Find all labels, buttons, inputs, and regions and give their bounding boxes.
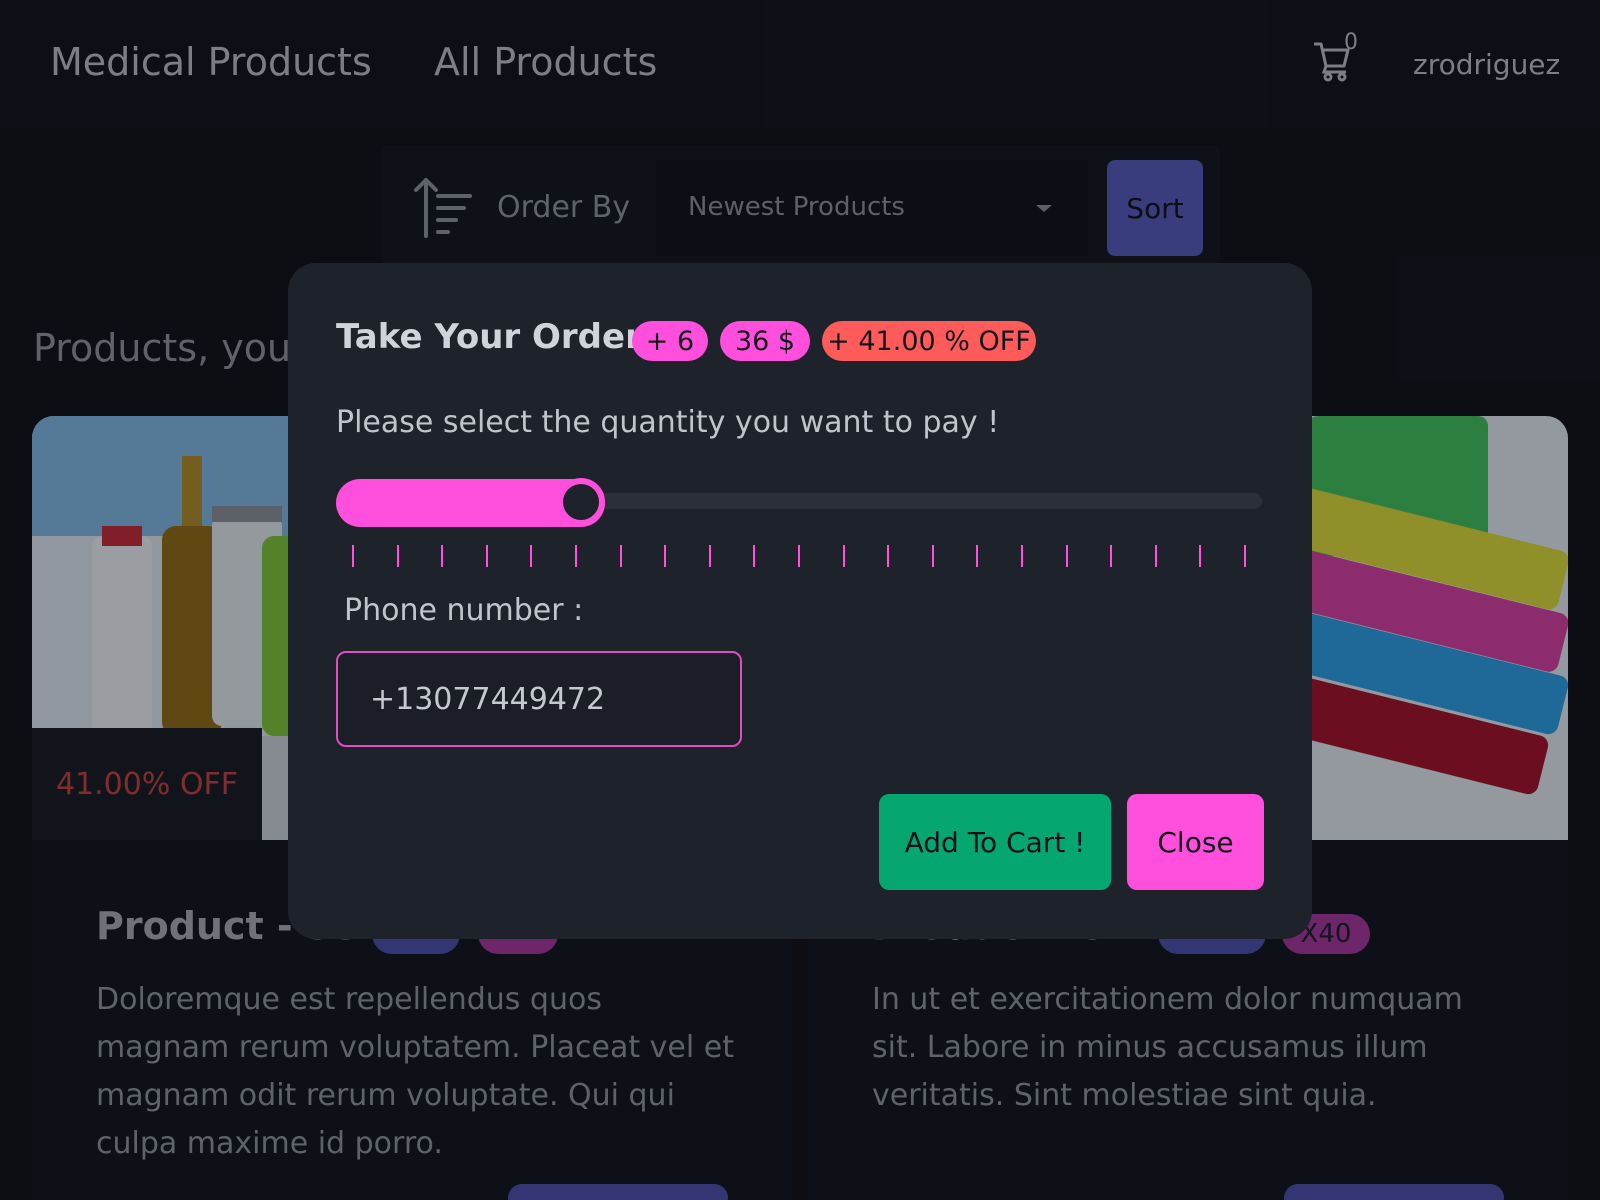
- slider-tick: [352, 545, 354, 567]
- slider-tick: [485, 545, 488, 567]
- quantity-prompt: Please select the quantity you want to p…: [336, 405, 1000, 440]
- slider-tick: [753, 545, 756, 567]
- order-modal: Take Your Order ! + 6 36 $ + 41.00 % OFF…: [288, 263, 1312, 939]
- slider-tick: [887, 545, 890, 567]
- slider-tick: [797, 545, 800, 567]
- slider-tick: [1243, 545, 1246, 567]
- slider-tick: [574, 545, 577, 567]
- quantity-badge: + 6: [632, 321, 708, 361]
- slider-tick: [842, 545, 845, 567]
- slider-tick: [1154, 545, 1157, 567]
- discount-badge: + 41.00 % OFF: [822, 321, 1036, 361]
- slider-tick: [530, 545, 533, 567]
- close-button[interactable]: Close: [1127, 794, 1264, 890]
- modal-title: Take Your Order !: [336, 317, 670, 357]
- slider-tick: [1020, 545, 1023, 567]
- slider-ticks: [352, 545, 1246, 569]
- price-badge: 36 $: [720, 321, 810, 361]
- slider-tick: [1110, 545, 1113, 567]
- slider-tick: [976, 545, 979, 567]
- slider-tick: [441, 545, 444, 567]
- slider-tick: [1199, 545, 1202, 567]
- add-to-cart-button[interactable]: Add To Cart !: [879, 794, 1111, 890]
- slider-tick: [396, 545, 399, 567]
- phone-number-input[interactable]: [336, 651, 742, 747]
- phone-label: Phone number :: [344, 593, 584, 628]
- slider-tick: [708, 545, 711, 567]
- slider-tick: [1065, 545, 1068, 567]
- slider-tick: [931, 545, 934, 567]
- slider-tick: [619, 545, 622, 567]
- slider-tick: [664, 545, 667, 567]
